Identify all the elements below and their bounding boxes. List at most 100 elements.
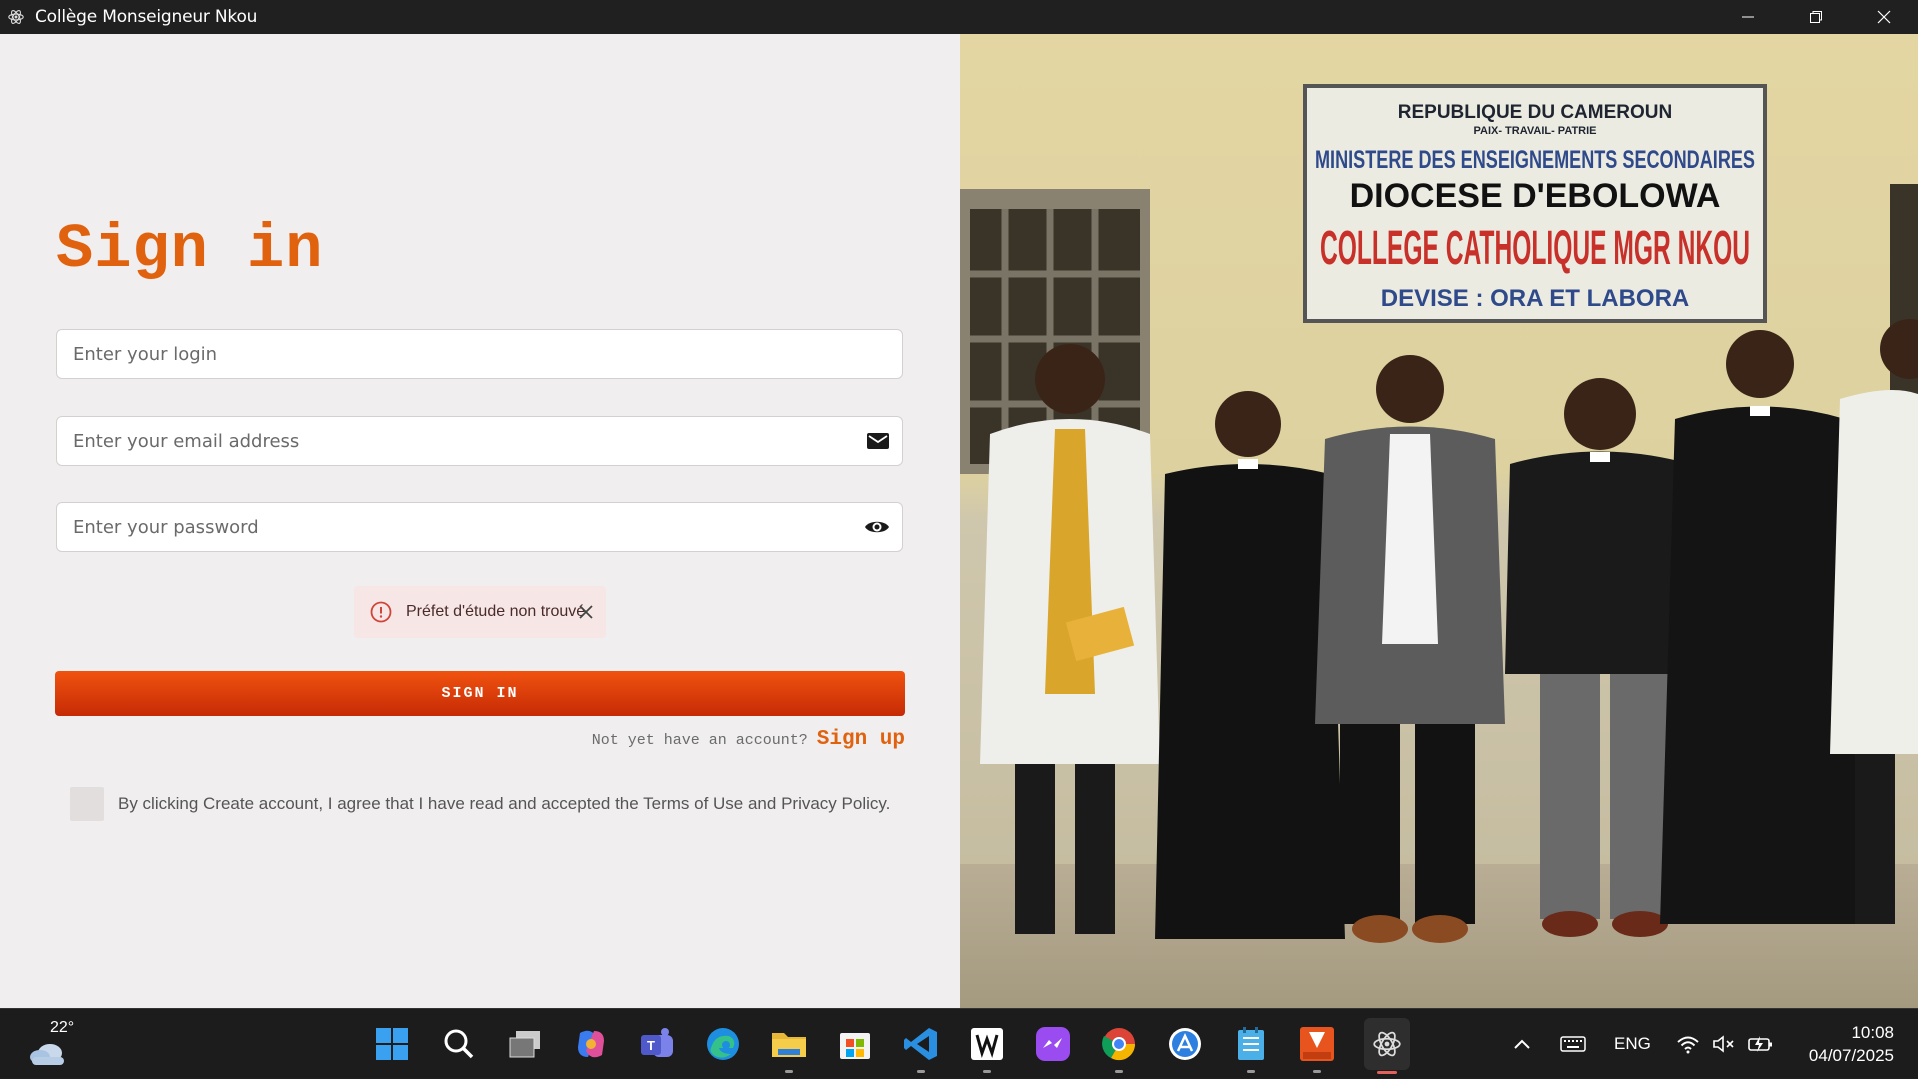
running-indicator xyxy=(983,1070,991,1073)
restore-icon xyxy=(1810,11,1822,23)
email-field[interactable] xyxy=(56,416,903,466)
copilot-button[interactable] xyxy=(572,1025,610,1063)
show-hidden-icons-button[interactable] xyxy=(1512,1009,1532,1079)
search-icon xyxy=(444,1029,474,1059)
file-explorer-button[interactable] xyxy=(770,1025,808,1073)
edge-button[interactable] xyxy=(704,1025,742,1063)
copilot-icon xyxy=(578,1030,604,1058)
task-view-button[interactable] xyxy=(506,1025,544,1063)
network-button[interactable] xyxy=(1676,1009,1700,1079)
notion-button[interactable] xyxy=(968,1025,1006,1073)
atom-app-icon xyxy=(1373,1031,1401,1057)
weather-widget[interactable]: 22° xyxy=(28,1019,78,1069)
page-title: Sign in xyxy=(56,214,324,285)
close-icon xyxy=(1877,10,1891,24)
sign-line-1: REPUBLIQUE DU CAMEROUN xyxy=(1398,102,1672,123)
start-icon xyxy=(376,1028,408,1060)
error-message: Préfet d'étude non trouvé xyxy=(406,603,586,620)
atom-app-icon xyxy=(8,10,24,24)
teams-button[interactable]: T xyxy=(638,1025,676,1063)
start-button[interactable] xyxy=(373,1025,411,1063)
teams-icon: T xyxy=(641,1028,673,1057)
clock[interactable]: 10:08 04/07/2025 xyxy=(1809,1021,1894,1067)
password-field[interactable] xyxy=(56,502,903,552)
signup-question: Not yet have an account? xyxy=(591,732,808,749)
email-input[interactable] xyxy=(73,430,866,452)
app-store-button[interactable] xyxy=(1166,1025,1204,1063)
search-button[interactable] xyxy=(440,1025,478,1063)
volume-button[interactable] xyxy=(1712,1009,1736,1079)
running-indicator xyxy=(1313,1070,1321,1073)
eye-icon[interactable] xyxy=(864,514,890,540)
sign-up-link[interactable]: Sign up xyxy=(817,728,905,751)
minimize-button[interactable] xyxy=(1714,0,1782,34)
notion-icon xyxy=(971,1028,1003,1060)
sign-line-6: DEVISE : ORA ET LABORA xyxy=(1381,285,1689,312)
sign-line-2: PAIX- TRAVAIL- PATRIE xyxy=(1473,125,1596,137)
running-indicator xyxy=(917,1070,925,1073)
language-indicator[interactable]: ENG xyxy=(1614,1009,1651,1079)
person-2 xyxy=(1155,391,1345,939)
login-field[interactable] xyxy=(56,329,903,379)
running-indicator xyxy=(785,1070,793,1073)
clock-time: 10:08 xyxy=(1851,1023,1894,1042)
battery-charging-icon xyxy=(1748,1036,1772,1052)
signin-panel: Sign in Préfet d'étude non trouvé SIGN I… xyxy=(0,34,960,1008)
sign-in-button[interactable]: SIGN IN xyxy=(55,671,905,716)
edge-icon xyxy=(707,1028,739,1060)
messenger-icon xyxy=(1036,1027,1070,1061)
language-label: ENG xyxy=(1614,1034,1651,1053)
keyboard-button[interactable] xyxy=(1560,1009,1586,1079)
running-indicator xyxy=(1115,1070,1123,1073)
title-bar: Collège Monseigneur Nkou xyxy=(0,0,1918,34)
volume-muted-icon xyxy=(1713,1035,1734,1053)
login-input[interactable] xyxy=(73,343,902,365)
envelope-icon xyxy=(865,428,890,454)
taskbar: 22° T ENG 10:08 04/07/2025 xyxy=(0,1008,1918,1078)
task-view-icon xyxy=(509,1031,540,1058)
svg-text:T: T xyxy=(647,1038,655,1053)
main-area: Sign in Préfet d'étude non trouvé SIGN I… xyxy=(0,34,1918,1008)
store-button[interactable] xyxy=(836,1025,874,1063)
vscode-button[interactable] xyxy=(902,1025,940,1073)
atom-app-button[interactable] xyxy=(1364,1018,1410,1074)
restore-button[interactable] xyxy=(1782,0,1850,34)
wifi-icon xyxy=(1677,1036,1699,1054)
terms-checkbox[interactable] xyxy=(70,787,104,821)
error-icon xyxy=(370,601,392,623)
vscode-icon xyxy=(904,1028,937,1060)
notepad-icon xyxy=(1238,1027,1264,1060)
school-photo: REPUBLIQUE DU CAMEROUN PAIX- TRAVAIL- PA… xyxy=(960,34,1918,1008)
notepad-button[interactable] xyxy=(1232,1025,1270,1073)
battery-button[interactable] xyxy=(1748,1009,1774,1079)
app-store-icon xyxy=(1169,1028,1201,1060)
chrome-button[interactable] xyxy=(1100,1025,1138,1073)
person-5 xyxy=(1660,330,1860,924)
messenger-button[interactable] xyxy=(1034,1025,1072,1063)
window-title: Collège Monseigneur Nkou xyxy=(35,7,258,27)
cloud-icon xyxy=(30,1044,64,1065)
reader-button[interactable] xyxy=(1298,1025,1336,1073)
signup-row: Not yet have an account? Sign up xyxy=(592,728,905,751)
sign-line-5: COLLEGE CATHOLIQUE MGR NKOU xyxy=(1320,222,1750,275)
clock-date: 04/07/2025 xyxy=(1808,1046,1894,1065)
running-indicator xyxy=(1247,1070,1255,1073)
password-input[interactable] xyxy=(73,516,864,538)
close-button[interactable] xyxy=(1850,0,1918,34)
photo-illustration: REPUBLIQUE DU CAMEROUN PAIX- TRAVAIL- PA… xyxy=(960,34,1918,1008)
chevron-up-icon xyxy=(1514,1039,1530,1049)
file-explorer-icon xyxy=(772,1033,806,1057)
error-alert: Préfet d'étude non trouvé xyxy=(354,586,606,638)
reader-icon xyxy=(1300,1027,1334,1061)
sign-line-4: DIOCESE D'EBOLOWA xyxy=(1350,177,1721,215)
minimize-icon xyxy=(1742,16,1754,18)
terms-row: By clicking Create account, I agree that… xyxy=(70,787,890,821)
close-alert-icon[interactable] xyxy=(577,603,595,621)
terms-text: By clicking Create account, I agree that… xyxy=(118,794,891,813)
chrome-icon xyxy=(1102,1028,1136,1061)
running-indicator xyxy=(1377,1071,1397,1074)
store-icon xyxy=(840,1033,870,1059)
weather-temp: 22° xyxy=(50,1019,75,1036)
keyboard-icon xyxy=(1560,1036,1586,1052)
sign-line-3: MINISTERE DES ENSEIGNEMENTS SECONDAIRES xyxy=(1315,146,1755,174)
